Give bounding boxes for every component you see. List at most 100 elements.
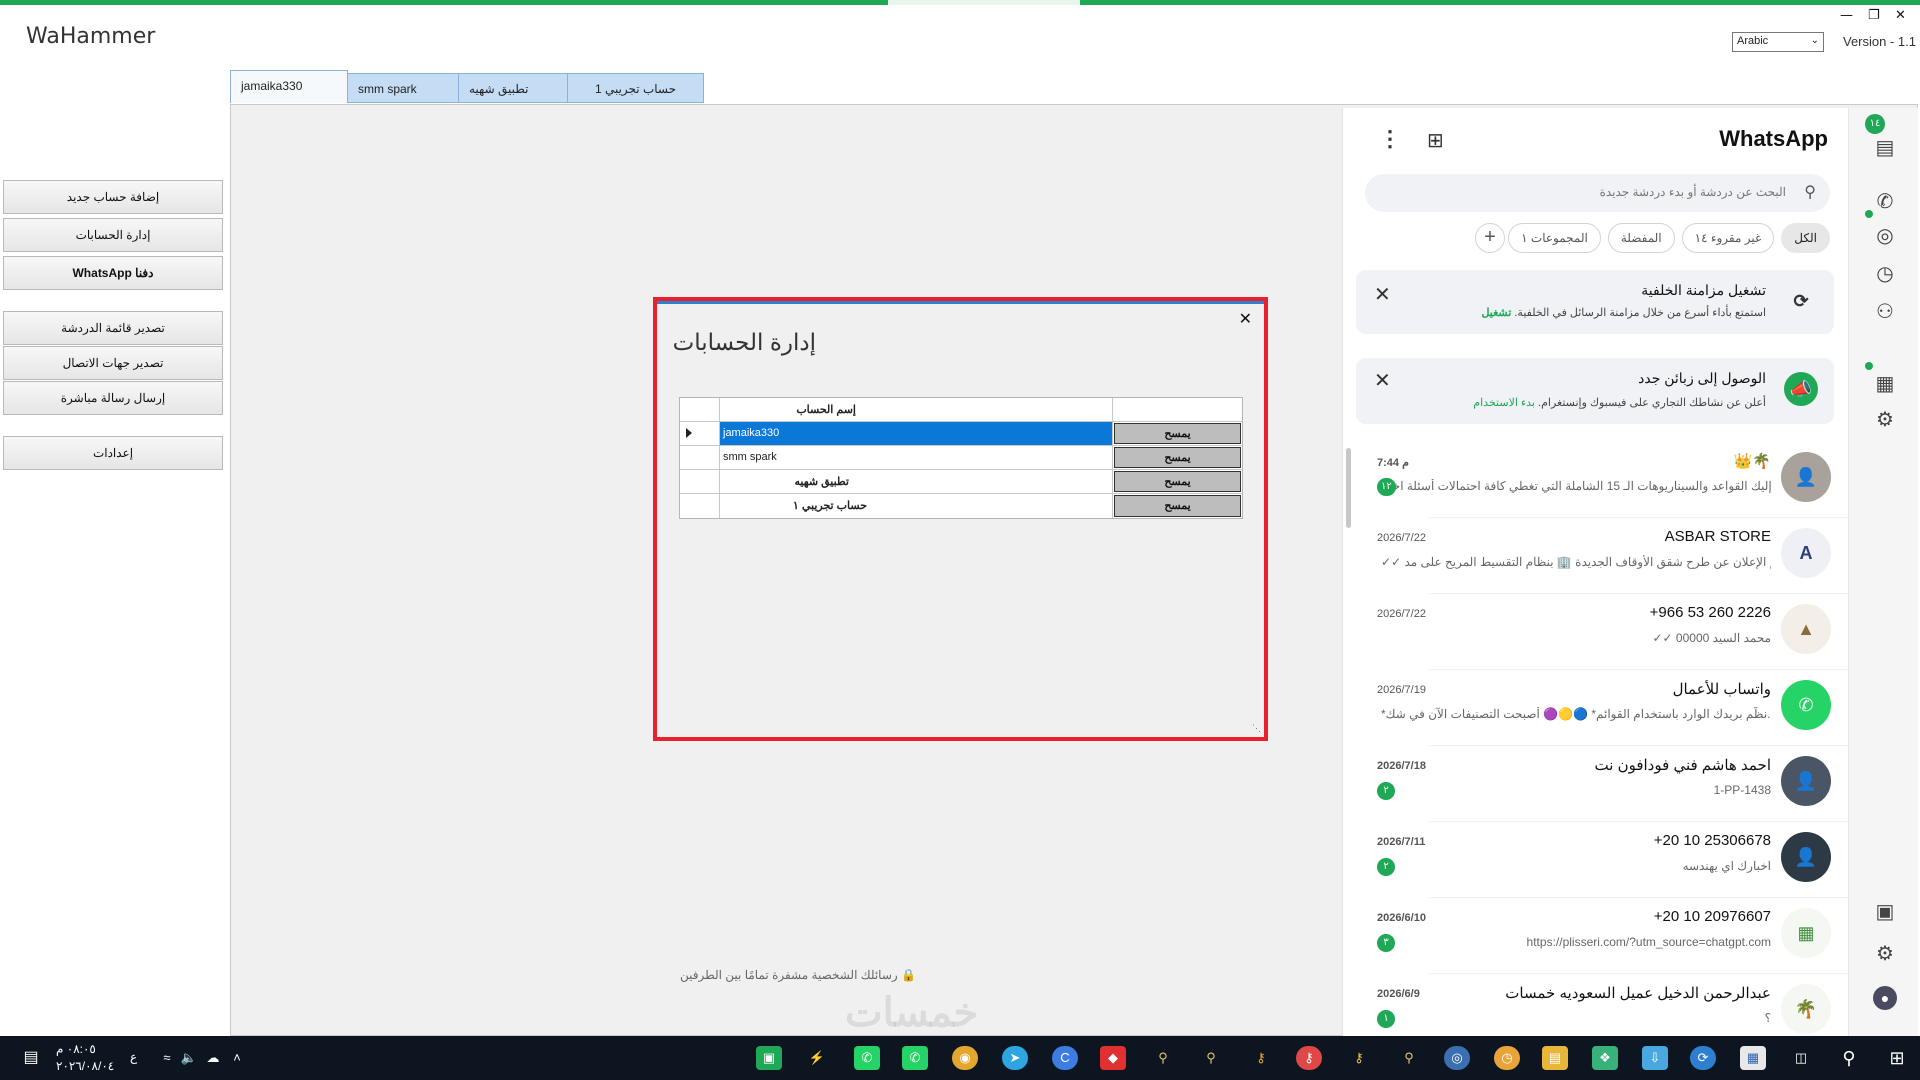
tools-dot <box>1865 362 1873 370</box>
whatsapp-menu-button[interactable]: WhatsApp دفنا <box>3 256 223 290</box>
chat-row[interactable]: 👤 احمد هاشم فني فودافون نت 1-PP-1438 202… <box>1343 746 1849 822</box>
chat-row[interactable]: ✆ واتساب للأعمال *نظّم بريدك الوارد باست… <box>1343 670 1849 746</box>
store-icon[interactable]: ▦ <box>1740 1046 1766 1070</box>
table-row[interactable]: jamaika330 يمسح <box>680 422 1242 446</box>
minimize-button[interactable]: — <box>1840 8 1853 23</box>
chat-preview: 1-PP-1438 <box>1713 783 1771 797</box>
kebab-menu-icon[interactable]: ⋮ <box>1379 126 1401 152</box>
key-icon[interactable]: ⚷ <box>1248 1046 1274 1070</box>
resize-grip-icon[interactable]: ⋱ <box>1252 723 1261 734</box>
media-icon[interactable]: ▣ <box>1873 900 1897 924</box>
chat-row[interactable]: ▲ +966 53 260 2226 ✓✓ محمد السيد 00000 2… <box>1343 594 1849 670</box>
reach-customers-banner[interactable]: ✕ الوصول إلى زبائن جدد أعلن عن نشاطك الت… <box>1356 358 1834 424</box>
row-selector[interactable] <box>680 446 720 469</box>
new-chat-icon[interactable]: ⊞ <box>1427 128 1444 153</box>
key-tool-icon[interactable]: ⚲ <box>1396 1046 1422 1070</box>
row-selector[interactable] <box>680 470 720 493</box>
close-icon[interactable]: ✕ <box>1239 309 1252 329</box>
wahammer-app-icon[interactable]: ▣ <box>756 1046 782 1070</box>
profile-avatar[interactable]: ● <box>1873 986 1897 1010</box>
notifications-icon[interactable]: ▤ <box>18 1046 44 1070</box>
add-filter-button[interactable]: + <box>1475 223 1505 253</box>
reach-banner-action[interactable]: بدء الاستخدام <box>1473 397 1535 409</box>
browser-icon[interactable]: C <box>1052 1046 1078 1070</box>
telegram-icon[interactable]: ➤ <box>1002 1046 1028 1070</box>
store-icon[interactable]: ▦ <box>1873 372 1897 396</box>
input-language-indicator[interactable]: ع <box>130 1050 137 1064</box>
cloud-icon[interactable]: ☁ <box>200 1046 226 1070</box>
account-name-cell[interactable]: smm spark <box>720 446 1113 469</box>
tab-account-4[interactable]: حساب تجريبي 1 <box>567 73 704 103</box>
filter-all[interactable]: الكل <box>1781 223 1830 253</box>
task-view-icon[interactable]: ◫ <box>1788 1046 1814 1070</box>
phone-icon[interactable]: ✆ <box>1873 190 1897 214</box>
unread-badge: ٣ <box>1377 934 1395 952</box>
whatsapp-business-icon[interactable]: ✆ <box>902 1046 928 1070</box>
row-selector[interactable] <box>680 422 720 445</box>
status-icon[interactable]: ◎ <box>1873 224 1897 248</box>
export-contacts-button[interactable]: تصدير جهات الاتصال <box>3 346 223 380</box>
chat-row[interactable]: ▦ +20 10 20976607 https://plisseri.com/?… <box>1343 898 1849 974</box>
avatar: 👤 <box>1781 756 1831 806</box>
gear-icon[interactable]: ⚙ <box>1873 942 1897 966</box>
windows-start-icon[interactable]: ⊞ <box>1884 1046 1910 1070</box>
table-row[interactable]: تطبيق شهيه يمسح <box>680 470 1242 494</box>
filter-favorites[interactable]: المفضلة <box>1607 223 1675 253</box>
key-tool-icon[interactable]: ⚲ <box>1198 1046 1224 1070</box>
network-icon[interactable]: ◎ <box>1444 1046 1470 1070</box>
close-window-button[interactable]: ✕ <box>1895 8 1906 23</box>
download-app-icon[interactable]: ⇩ <box>1642 1046 1668 1070</box>
anydesk-icon[interactable]: ◆ <box>1100 1046 1126 1070</box>
add-account-button[interactable]: إضافة حساب جديد <box>3 180 223 214</box>
key-red-icon[interactable]: ⚷ <box>1296 1046 1322 1070</box>
whatsapp-icon[interactable]: ✆ <box>854 1046 880 1070</box>
chats-icon[interactable]: ▤ <box>1873 136 1897 160</box>
communities-icon[interactable]: ⚇ <box>1873 300 1897 324</box>
key-tool-icon[interactable]: ⚲ <box>1150 1046 1176 1070</box>
chat-row[interactable]: 👤 👑🌴 إليك القواعد والسيناريوهات الـ 15 ا… <box>1343 442 1849 518</box>
chats-unread-badge: ١٤ <box>1865 114 1885 134</box>
app-grid-icon[interactable]: ❖ <box>1592 1046 1618 1070</box>
account-name-cell[interactable]: حساب تجريبي ١ <box>720 494 1113 518</box>
filter-unread[interactable]: غير مقروء ١٤ <box>1681 223 1775 253</box>
chat-row[interactable]: 👤 +20 10 25306678 اخبارك اي يهندسه 2026/… <box>1343 822 1849 898</box>
delete-button[interactable]: يمسح <box>1114 471 1241 492</box>
send-direct-message-button[interactable]: إرسال رسالة مباشرة <box>3 381 223 415</box>
avatar: 👤 <box>1781 452 1831 502</box>
delete-button[interactable]: يمسح <box>1114 423 1241 444</box>
delete-button[interactable]: يمسح <box>1114 447 1241 468</box>
language-select[interactable]: Arabic ⌄ <box>1732 32 1824 52</box>
maximize-button[interactable]: ❐ <box>1868 8 1880 23</box>
search-icon[interactable]: ⚲ <box>1836 1046 1862 1070</box>
account-name-cell[interactable]: تطبيق شهيه <box>720 470 1113 493</box>
tab-account-3[interactable]: تطبيق شهيه <box>458 73 568 103</box>
accounts-grid: إسم الحساب jamaika330 يمسح smm spark يمس… <box>679 397 1243 519</box>
key-icon[interactable]: ⚷ <box>1346 1046 1372 1070</box>
close-icon[interactable]: ✕ <box>1374 368 1391 393</box>
account-name-cell[interactable]: jamaika330 <box>720 422 1113 445</box>
app-icon[interactable]: ⚡ <box>804 1046 830 1070</box>
export-chats-button[interactable]: تصدير قائمة الدردشة <box>3 311 223 345</box>
clock-app-icon[interactable]: ◷ <box>1494 1046 1520 1070</box>
sync-banner-action[interactable]: تشغيل <box>1481 307 1511 319</box>
filter-groups[interactable]: المجموعات ١ <box>1508 223 1601 253</box>
manage-accounts-button[interactable]: إدارة الحسابات <box>3 218 223 252</box>
channels-icon[interactable]: ◷ <box>1873 262 1897 286</box>
chrome-icon[interactable]: ◉ <box>952 1046 978 1070</box>
settings-button[interactable]: إعدادات <box>3 436 223 470</box>
search-input[interactable]: البحث عن دردشة أو بدء دردشة جديدة ⚲ <box>1365 174 1830 212</box>
row-selector[interactable] <box>680 494 720 518</box>
table-row[interactable]: smm spark يمسح <box>680 446 1242 470</box>
close-icon[interactable]: ✕ <box>1374 282 1391 307</box>
delete-button[interactable]: يمسح <box>1114 495 1241 517</box>
tab-account-1[interactable]: jamaika330 <box>230 70 348 103</box>
table-row[interactable]: حساب تجريبي ١ يمسح <box>680 494 1242 518</box>
tools-icon[interactable]: ⚙ <box>1873 408 1897 432</box>
sync-app-icon[interactable]: ⟳ <box>1690 1046 1716 1070</box>
tab-account-2[interactable]: smm spark <box>347 73 459 103</box>
volume-icon[interactable]: 🔈 <box>176 1046 202 1070</box>
chat-row[interactable]: A ASBAR STORE ✓✓ تم الإعلان عن طرح شقق ا… <box>1343 518 1849 594</box>
chevron-up-icon[interactable]: ˄ <box>224 1046 250 1070</box>
sync-banner[interactable]: ✕ تشغيل مزامنة الخلفية استمتع بأداء أسرع… <box>1356 270 1834 334</box>
file-explorer-icon[interactable]: ▤ <box>1542 1046 1568 1070</box>
